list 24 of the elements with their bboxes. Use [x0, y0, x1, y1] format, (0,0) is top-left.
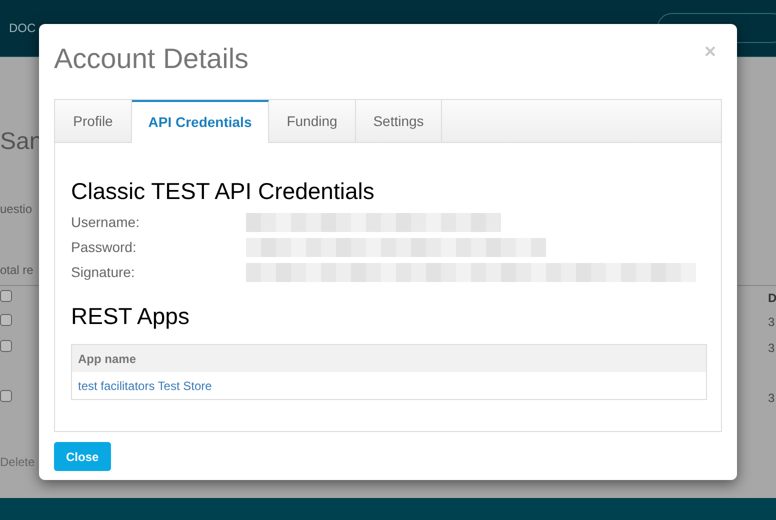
tab[interactable]: Funding — [269, 100, 356, 142]
dialog-title: Account Details — [54, 42, 249, 76]
section-heading: REST Apps — [71, 302, 190, 330]
app-link[interactable]: test facilitators Test Store — [78, 376, 212, 394]
delete-button[interactable]: Delete — [0, 453, 35, 471]
field-label: Username: — [71, 213, 140, 232]
body-text: uestio — [0, 201, 32, 218]
field-label: Password: — [71, 238, 138, 257]
checkbox[interactable] — [0, 390, 12, 402]
checkbox[interactable] — [0, 314, 12, 326]
column-header: D — [768, 290, 776, 307]
tab[interactable]: Settings — [356, 100, 442, 142]
checkbox[interactable] — [0, 340, 12, 352]
body-text: otal re — [0, 262, 34, 279]
section-heading: Classic TEST API Credentials — [71, 177, 376, 205]
column-header: App name — [78, 350, 136, 368]
checkbox[interactable] — [0, 290, 12, 302]
tab[interactable]: API Credentials — [132, 100, 269, 143]
nav-link[interactable]: DOC — [9, 19, 36, 37]
close-button[interactable]: Close — [54, 442, 111, 471]
table-cell-text: 3 — [768, 314, 775, 331]
table-cell-text: 3 — [768, 340, 775, 357]
table-cell-text: 3 — [768, 390, 775, 407]
field-label: Signature: — [71, 263, 136, 282]
